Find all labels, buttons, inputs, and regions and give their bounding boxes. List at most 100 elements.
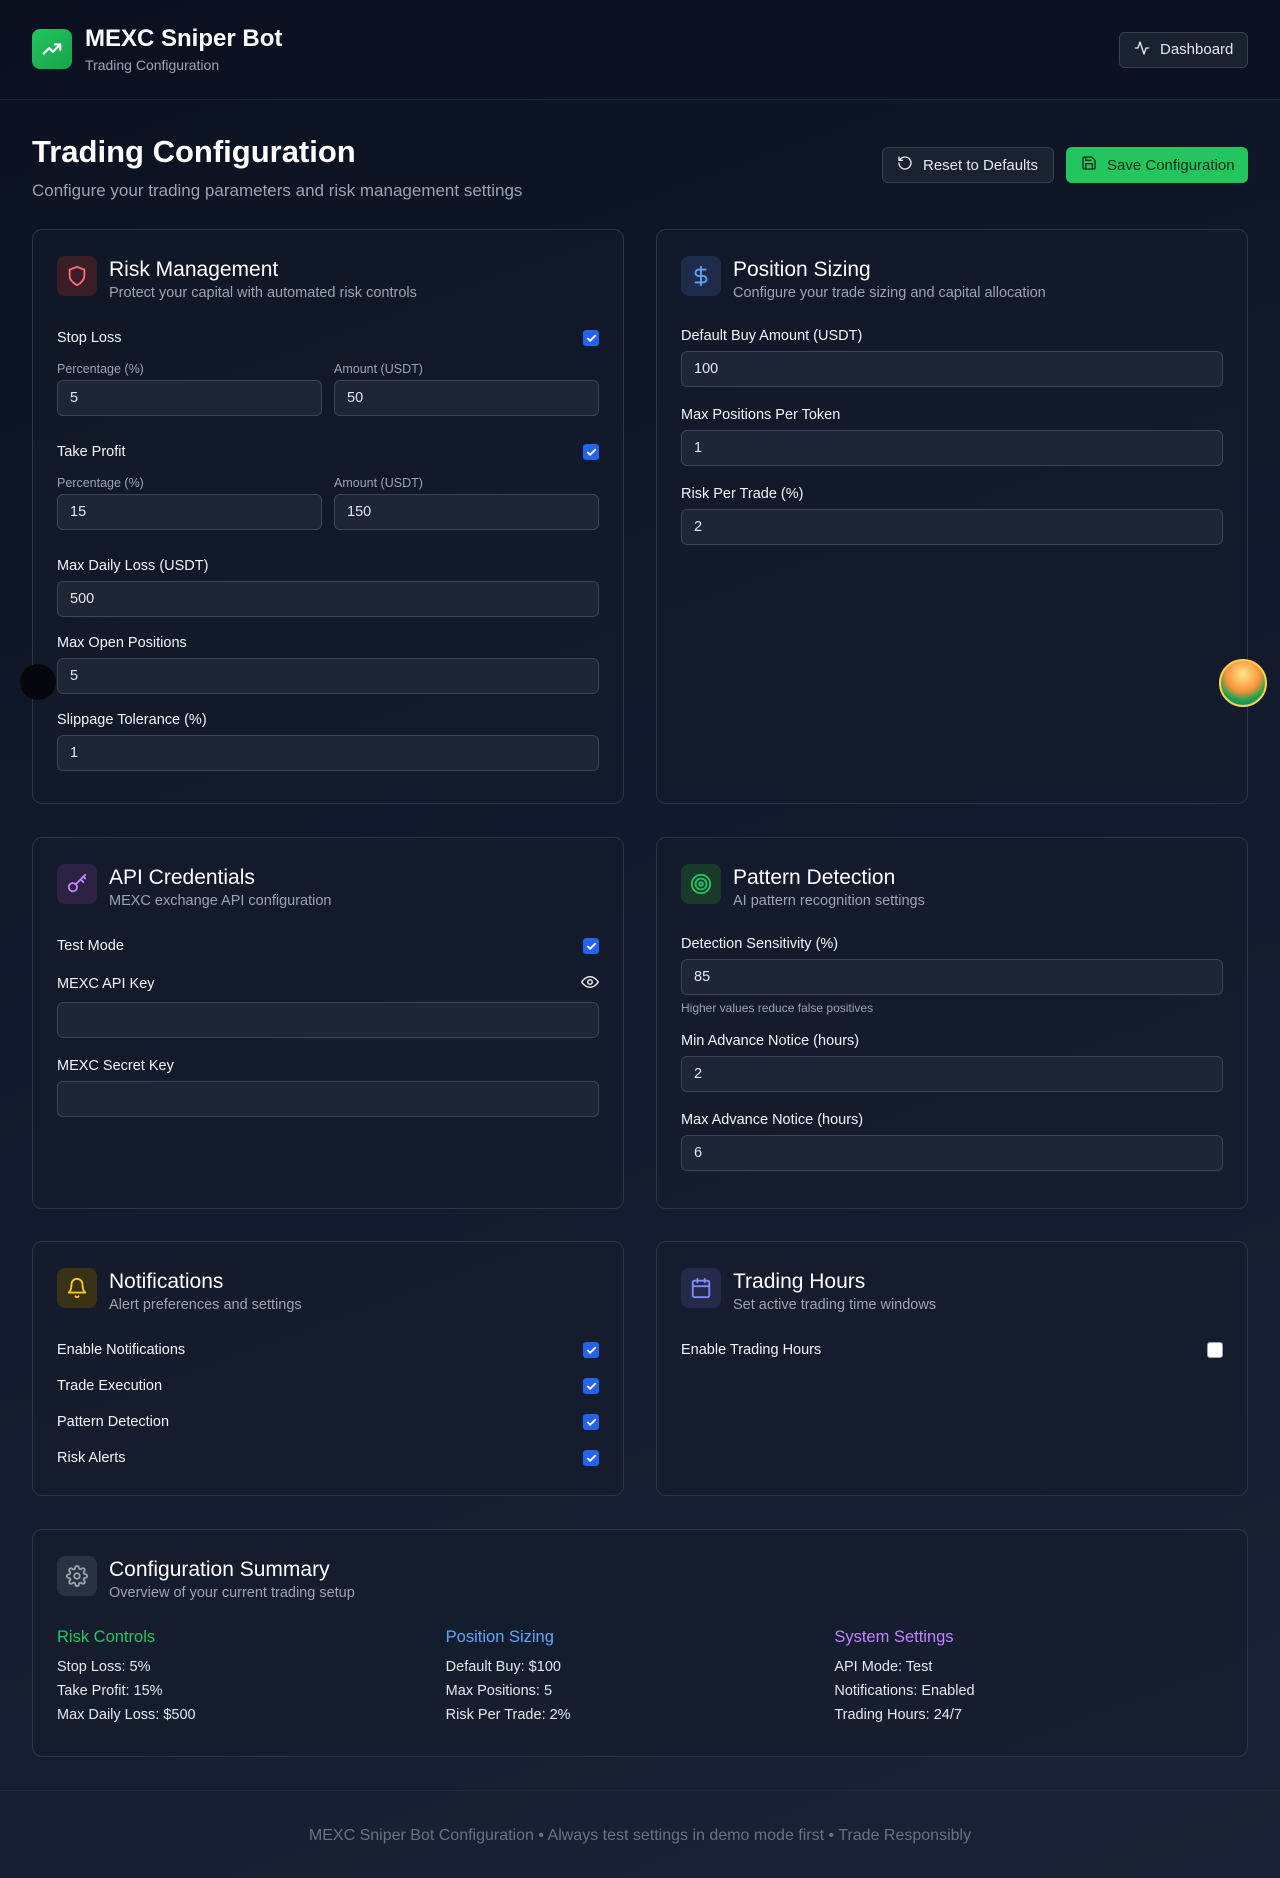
test-mode-checkbox[interactable] xyxy=(583,938,599,955)
max-daily-loss-input[interactable]: 500 xyxy=(57,581,599,618)
card-description: Protect your capital with automated risk… xyxy=(109,285,417,302)
take-profit-percentage-label: Percentage (%) xyxy=(57,476,144,491)
summary-item: Default Buy: $100 xyxy=(445,1659,561,1676)
risk-management-card: Risk Management Protect your capital wit… xyxy=(32,229,624,804)
dollar-sign-icon xyxy=(681,256,721,296)
enable-notifications-checkbox[interactable] xyxy=(583,1342,599,1359)
risk-alerts-label: Risk Alerts xyxy=(57,1450,126,1467)
enable-trading-hours-checkbox[interactable] xyxy=(1207,1342,1223,1359)
bell-icon xyxy=(57,1268,97,1308)
stop-loss-amount-input[interactable]: 50 xyxy=(334,380,599,417)
pattern-detection-checkbox[interactable] xyxy=(583,1414,599,1431)
app-title: MEXC Sniper Bot xyxy=(85,25,283,53)
max-advance-notice-label: Max Advance Notice (hours) xyxy=(681,1112,864,1129)
rotate-ccw-icon xyxy=(897,155,913,175)
max-positions-per-token-input[interactable]: 1 xyxy=(681,430,1223,467)
summary-sizing-heading: Position Sizing xyxy=(445,1628,554,1647)
risk-alerts-checkbox[interactable] xyxy=(583,1450,599,1467)
pattern-detection-label: Pattern Detection xyxy=(57,1414,170,1431)
enable-trading-hours-label: Enable Trading Hours xyxy=(681,1342,822,1359)
secret-key-label: MEXC Secret Key xyxy=(57,1058,174,1075)
sensitivity-hint: Higher values reduce false positives xyxy=(681,1001,874,1016)
card-title: Trading Hours xyxy=(733,1270,866,1293)
max-daily-loss-label: Max Daily Loss (USDT) xyxy=(57,558,209,575)
stop-loss-percentage-label: Percentage (%) xyxy=(57,362,144,377)
card-description: Alert preferences and settings xyxy=(109,1297,302,1314)
summary-risk-heading: Risk Controls xyxy=(57,1628,156,1647)
risk-per-trade-input[interactable]: 2 xyxy=(681,509,1223,546)
risk-per-trade-label: Risk Per Trade (%) xyxy=(681,486,804,503)
eye-icon[interactable] xyxy=(581,973,599,996)
stop-loss-percentage-input[interactable]: 5 xyxy=(57,380,322,417)
min-advance-notice-input[interactable]: 2 xyxy=(681,1056,1223,1093)
detection-sensitivity-input[interactable]: 85 xyxy=(681,959,1223,996)
test-mode-label: Test Mode xyxy=(57,938,124,955)
max-open-positions-input[interactable]: 5 xyxy=(57,658,599,695)
summary-system-heading: System Settings xyxy=(834,1628,954,1647)
api-key-input[interactable] xyxy=(57,1002,599,1039)
target-icon xyxy=(681,864,721,904)
enable-notifications-label: Enable Notifications xyxy=(57,1342,186,1359)
summary-item: Risk Per Trade: 2% xyxy=(445,1707,571,1724)
trending-up-icon xyxy=(32,29,72,70)
reset-defaults-button[interactable]: Reset to Defaults xyxy=(882,147,1054,183)
take-profit-amount-label: Amount (USDT) xyxy=(334,476,423,491)
summary-item: Notifications: Enabled xyxy=(834,1683,975,1700)
trading-hours-card: Trading Hours Set active trading time wi… xyxy=(656,1241,1248,1496)
card-title: Position Sizing xyxy=(733,258,871,281)
card-title: Pattern Detection xyxy=(733,866,896,889)
save-configuration-button[interactable]: Save Configuration xyxy=(1066,147,1248,183)
page-title: Trading Configuration xyxy=(32,134,356,169)
stop-loss-amount-label: Amount (USDT) xyxy=(334,362,423,377)
shield-icon xyxy=(57,256,97,296)
slippage-tolerance-input[interactable]: 1 xyxy=(57,735,599,772)
take-profit-percentage-input[interactable]: 15 xyxy=(57,494,322,531)
min-advance-notice-label: Min Advance Notice (hours) xyxy=(681,1033,860,1050)
gear-icon xyxy=(57,1556,97,1596)
key-icon xyxy=(57,864,97,904)
page-header: Trading Configuration Configure your tra… xyxy=(0,134,1280,229)
calendar-icon xyxy=(681,1268,721,1308)
notifications-card: Notifications Alert preferences and sett… xyxy=(32,1241,624,1496)
max-advance-notice-input[interactable]: 6 xyxy=(681,1135,1223,1172)
page-subtitle: Configure your trading parameters and ri… xyxy=(32,181,523,200)
card-description: Set active trading time windows xyxy=(733,1297,937,1314)
summary-item: API Mode: Test xyxy=(834,1659,933,1676)
take-profit-label: Take Profit xyxy=(57,444,126,461)
take-profit-amount-input[interactable]: 150 xyxy=(334,494,599,531)
detection-sensitivity-label: Detection Sensitivity (%) xyxy=(681,936,839,953)
api-credentials-card: API Credentials MEXC exchange API config… xyxy=(32,837,624,1209)
trade-execution-label: Trade Execution xyxy=(57,1378,163,1395)
summary-item: Stop Loss: 5% xyxy=(57,1659,151,1676)
pattern-detection-card: Pattern Detection AI pattern recognition… xyxy=(656,837,1248,1209)
summary-system-settings: System Settings API Mode: Test Notificat… xyxy=(834,1628,1223,1727)
floating-dot-button[interactable] xyxy=(20,664,56,700)
default-buy-amount-input[interactable]: 100 xyxy=(681,351,1223,388)
card-title: Risk Management xyxy=(109,258,279,281)
trade-execution-checkbox[interactable] xyxy=(583,1378,599,1395)
floating-avatar-button[interactable] xyxy=(1219,659,1267,707)
dashboard-label: Dashboard xyxy=(1160,41,1234,58)
stop-loss-checkbox[interactable] xyxy=(583,330,599,347)
slippage-tolerance-label: Slippage Tolerance (%) xyxy=(57,712,207,729)
position-sizing-card: Position Sizing Configure your trade siz… xyxy=(656,229,1248,804)
card-description: Overview of your current trading setup xyxy=(109,1585,355,1602)
top-bar: MEXC Sniper Bot Trading Configuration Da… xyxy=(0,0,1280,100)
max-positions-per-token-label: Max Positions Per Token xyxy=(681,407,841,424)
card-title: Configuration Summary xyxy=(109,1558,330,1581)
card-description: Configure your trade sizing and capital … xyxy=(733,285,1046,302)
stop-loss-label: Stop Loss xyxy=(57,330,122,347)
take-profit-checkbox[interactable] xyxy=(583,444,599,461)
reset-label: Reset to Defaults xyxy=(923,156,1039,174)
save-icon xyxy=(1081,155,1097,175)
brand: MEXC Sniper Bot Trading Configuration xyxy=(32,25,283,73)
configuration-summary-card: Configuration Summary Overview of your c… xyxy=(32,1529,1248,1757)
summary-item: Max Daily Loss: $500 xyxy=(57,1707,196,1724)
card-description: AI pattern recognition settings xyxy=(733,893,925,910)
summary-position-sizing: Position Sizing Default Buy: $100 Max Po… xyxy=(446,1628,835,1727)
summary-item: Max Positions: 5 xyxy=(445,1683,553,1700)
dashboard-button[interactable]: Dashboard xyxy=(1119,31,1248,68)
summary-risk-controls: Risk Controls Stop Loss: 5% Take Profit:… xyxy=(57,1628,446,1727)
secret-key-input[interactable] xyxy=(57,1081,599,1118)
footer: MEXC Sniper Bot Configuration • Always t… xyxy=(0,1790,1280,1878)
